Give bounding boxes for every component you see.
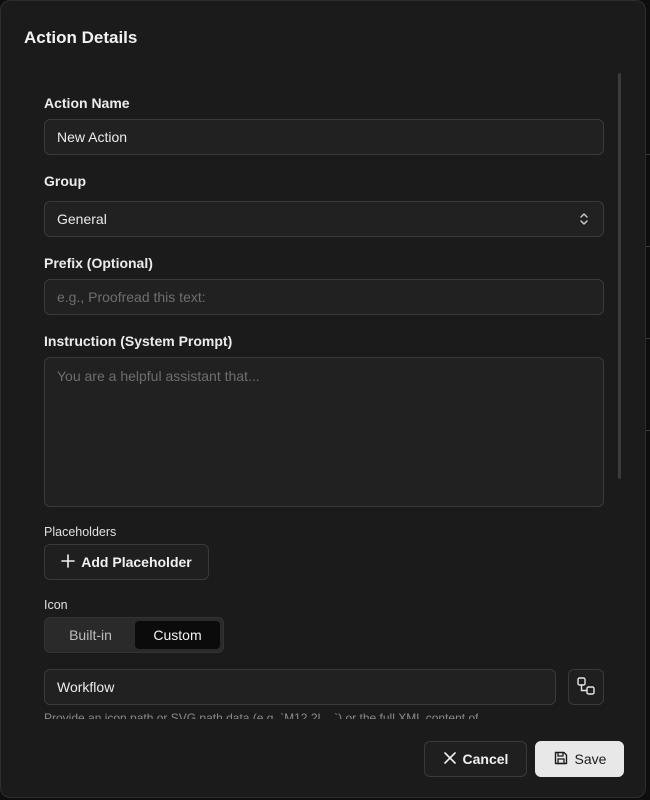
prefix-input[interactable]: e.g., Proofread this text: xyxy=(44,279,604,315)
plus-icon xyxy=(61,553,76,571)
add-placeholder-label: Add Placeholder xyxy=(81,554,192,570)
icon-preview xyxy=(568,669,604,705)
icon-label: Icon xyxy=(44,598,68,612)
icon-mode-built-in[interactable]: Built-in xyxy=(48,621,133,649)
prefix-label: Prefix (Optional) xyxy=(44,255,153,271)
workflow-icon xyxy=(576,676,596,699)
action-name-input[interactable]: New Action xyxy=(44,119,604,155)
save-label: Save xyxy=(574,751,607,767)
icon-mode-toggle[interactable]: Built-in Custom xyxy=(44,617,224,653)
instruction-textarea[interactable]: You are a helpful assistant that... xyxy=(44,357,604,507)
save-button[interactable]: Save xyxy=(535,741,624,777)
save-icon xyxy=(553,750,569,769)
dialog-title: Action Details xyxy=(24,28,138,47)
group-label: Group xyxy=(44,173,86,189)
scrollbar[interactable] xyxy=(618,73,621,479)
icon-input[interactable]: Workflow xyxy=(44,669,556,705)
chevrons-up-down-icon xyxy=(579,212,589,229)
cancel-label: Cancel xyxy=(462,751,509,767)
icon-mode-custom[interactable]: Custom xyxy=(135,621,220,649)
group-select[interactable]: General xyxy=(44,201,604,237)
placeholders-label: Placeholders xyxy=(44,525,117,539)
close-icon xyxy=(443,751,457,768)
group-select-value: General xyxy=(57,211,107,227)
instruction-label: Instruction (System Prompt) xyxy=(44,333,233,349)
icon-hint: Provide an icon path or SVG path data (e… xyxy=(44,711,479,719)
action-details-dialog: Action Details Action Name New Action Gr… xyxy=(0,0,646,798)
cancel-button[interactable]: Cancel xyxy=(424,741,527,777)
add-placeholder-button[interactable]: Add Placeholder xyxy=(44,544,209,580)
action-name-label: Action Name xyxy=(44,95,130,111)
